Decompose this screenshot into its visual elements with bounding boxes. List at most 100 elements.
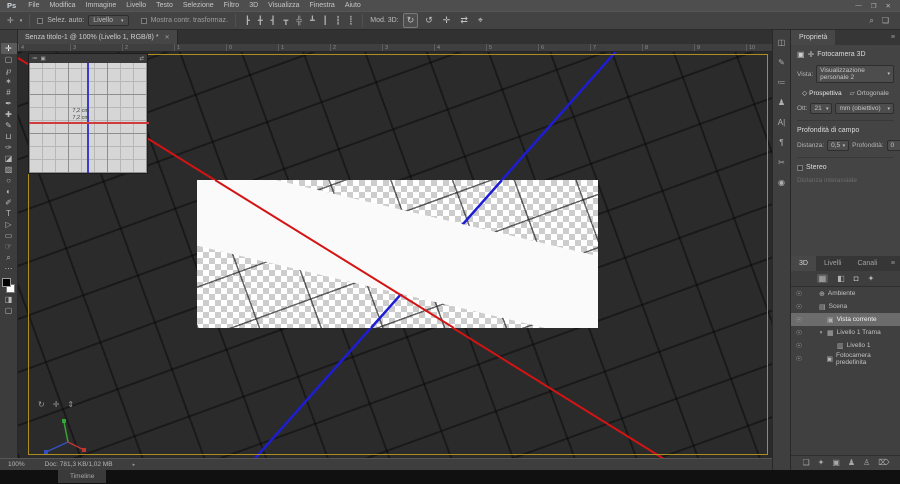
clone-source-panel-icon[interactable]: ♟: [778, 98, 785, 107]
brush-panel-icon[interactable]: ✎: [778, 58, 785, 67]
shape-tool[interactable]: ▭: [1, 230, 17, 241]
styles-panel-icon[interactable]: ◉: [778, 178, 785, 187]
zoom-tool[interactable]: ⌕: [1, 252, 17, 263]
info-panel-icon[interactable]: ◫: [778, 38, 786, 47]
orthographic-option[interactable]: ▱ Ortogonale: [850, 89, 889, 97]
delete-icon[interactable]: ⌦: [878, 458, 889, 467]
visibility-eye-icon[interactable]: ☉: [795, 355, 803, 363]
roll-3d-icon[interactable]: ↺: [422, 14, 436, 27]
distance-dropdown[interactable]: 0,5 ▾: [827, 140, 849, 151]
timeline-panel-tab[interactable]: Timeline: [58, 470, 106, 483]
depth-dropdown[interactable]: 0 ▾: [887, 140, 900, 151]
marquee-tool[interactable]: ▢: [1, 54, 17, 65]
brush-tool[interactable]: ✎: [1, 120, 17, 131]
color-swatches[interactable]: [1, 278, 16, 294]
menu-item[interactable]: Immagine: [81, 0, 122, 11]
menu-item[interactable]: Aiuto: [340, 0, 366, 11]
overlay-camera-icon[interactable]: ▣: [41, 56, 46, 62]
align-bottom-icon[interactable]: ┻: [308, 15, 317, 27]
character-panel-icon[interactable]: A|: [778, 118, 785, 127]
dodge-tool[interactable]: ◐: [1, 186, 17, 197]
align-top-icon[interactable]: ┳: [281, 15, 290, 27]
panel-menu-icon[interactable]: ≡: [891, 34, 900, 41]
menu-item[interactable]: Modifica: [44, 0, 80, 11]
orbit-camera-icon[interactable]: ↻: [38, 400, 45, 409]
workspace-icon[interactable]: ❏: [882, 16, 889, 26]
hand-tool[interactable]: ☞: [1, 241, 17, 252]
move-tool-icon[interactable]: ✛: [5, 15, 16, 27]
path-selection-tool[interactable]: ▷: [1, 219, 17, 230]
filter-lights-icon[interactable]: ✦: [868, 274, 875, 283]
auto-select-checkbox[interactable]: [37, 18, 43, 24]
add-constraint-icon[interactable]: ♙: [863, 458, 870, 467]
menu-item[interactable]: Finestra: [305, 0, 340, 11]
filter-meshes-icon[interactable]: ◧: [837, 274, 845, 283]
screen-mode-icon[interactable]: ▢: [1, 305, 17, 316]
menu-item[interactable]: Filtro: [219, 0, 245, 11]
zoom-level[interactable]: 100%: [8, 461, 25, 468]
align-center-h-icon[interactable]: ╋: [256, 15, 265, 27]
scene-item[interactable]: ☉ ⊕ Ambiente: [791, 287, 900, 300]
auto-select-dropdown[interactable]: Livello ▾: [88, 15, 128, 26]
tab-properties[interactable]: Proprietà: [791, 30, 835, 45]
panel-tab[interactable]: 3D: [791, 256, 816, 271]
vista-dropdown[interactable]: Visualizzazione personale 2 ▾: [816, 65, 894, 83]
add-material-icon[interactable]: ♟: [848, 458, 855, 467]
close-button[interactable]: ✕: [886, 2, 891, 10]
paragraph-panel-icon[interactable]: ¶: [779, 138, 783, 147]
edit-toolbar[interactable]: ⋯: [1, 263, 17, 274]
slide-3d-icon[interactable]: ⇄: [457, 14, 471, 27]
overlay-top-view[interactable]: 7,2 cm 7,2 cm: [29, 63, 147, 173]
menu-item[interactable]: Selezione: [178, 0, 219, 11]
visibility-eye-icon[interactable]: ☉: [795, 290, 803, 298]
scene-item[interactable]: ☉ ▤ Scena: [791, 300, 900, 313]
align-right-icon[interactable]: ┫: [269, 15, 278, 27]
filter-scene-icon[interactable]: ▦: [817, 274, 829, 283]
fov-value-dropdown[interactable]: 21 ▾: [810, 103, 832, 114]
new-mesh-icon[interactable]: ❏: [802, 458, 809, 467]
tool-preset-caret-icon[interactable]: ▾: [20, 18, 23, 24]
menu-item[interactable]: Testo: [151, 0, 178, 11]
document-tab[interactable]: Senza titolo-1 @ 100% (Livello 1, RGB/8)…: [18, 30, 178, 44]
pan-camera-icon[interactable]: ✛: [53, 400, 60, 409]
scene-item[interactable]: ☉ ▣ Fotocamera predefinita: [791, 352, 900, 365]
tool-presets-panel-icon[interactable]: ✂: [778, 158, 785, 167]
panel-tab[interactable]: Canali: [849, 256, 885, 271]
move-tool[interactable]: ✛: [1, 43, 17, 54]
status-popup-arrow[interactable]: ▸: [133, 462, 136, 468]
expand-chevron-icon[interactable]: ▾: [818, 330, 824, 336]
visibility-eye-icon[interactable]: ☉: [795, 316, 803, 324]
quick-mask-icon[interactable]: ◨: [1, 294, 17, 305]
perspective-option[interactable]: ◇ Prospettiva: [802, 89, 842, 97]
foreground-color-swatch[interactable]: [2, 278, 11, 287]
adjustments-panel-icon[interactable]: ≔: [778, 78, 786, 87]
blur-tool[interactable]: ○: [1, 175, 17, 186]
visibility-eye-icon[interactable]: ☉: [795, 342, 803, 350]
secondary-view-overlay[interactable]: ≔ ▣ ⇄ 7,2 cm 7,2 cm: [28, 53, 148, 174]
crop-tool[interactable]: #: [1, 87, 17, 98]
type-tool[interactable]: T: [1, 208, 17, 219]
rotate-3d-icon[interactable]: ↻: [403, 13, 419, 28]
show-transform-checkbox[interactable]: [141, 18, 147, 24]
scene-item[interactable]: ☉ ▾ ▦ Livello 1 Trama: [791, 326, 900, 339]
scale-3d-icon[interactable]: ⌖: [475, 14, 486, 27]
canvas-viewport[interactable]: ≔ ▣ ⇄ 7,2 cm 7,2 cm ↻ ✛ ⇕: [18, 52, 772, 458]
scene-item[interactable]: ☉ ▣ Vista corrente: [791, 313, 900, 326]
clone-stamp-tool[interactable]: ⊔: [1, 131, 17, 142]
healing-brush-tool[interactable]: ✚: [1, 109, 17, 120]
dolly-camera-icon[interactable]: ⇕: [67, 400, 74, 409]
scene-item[interactable]: ☉ ▥ Livello 1: [791, 339, 900, 352]
new-background-icon[interactable]: ▣: [832, 458, 840, 467]
drag-3d-icon[interactable]: ✛: [440, 14, 454, 27]
minimize-button[interactable]: —: [855, 2, 862, 10]
menu-item[interactable]: File: [23, 0, 44, 11]
filter-materials-icon[interactable]: ◘: [854, 274, 859, 283]
distribute-left-icon[interactable]: ┃: [321, 15, 330, 27]
distribute-center-icon[interactable]: ┇: [334, 15, 343, 27]
search-icon[interactable]: ⌕: [869, 16, 873, 26]
panel-menu-icon[interactable]: ≡: [891, 260, 900, 267]
menu-item[interactable]: Visualizza: [263, 0, 304, 11]
close-tab-icon[interactable]: ✕: [165, 34, 170, 41]
new-light-icon[interactable]: ✦: [818, 458, 825, 467]
lasso-tool[interactable]: ℘: [1, 65, 17, 76]
